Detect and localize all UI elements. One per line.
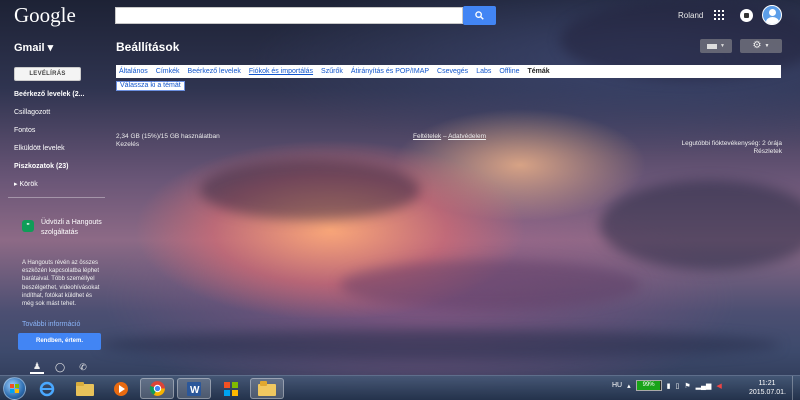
cloud-decoration bbox=[340, 260, 640, 310]
last-activity-text: Legutóbbi fióktevékenység: 2 órája bbox=[681, 140, 782, 147]
hangouts-icon: " bbox=[22, 220, 34, 232]
terms-link[interactable]: Feltételek bbox=[413, 133, 441, 140]
folder-icon[interactable] bbox=[250, 378, 284, 399]
word-icon[interactable]: W bbox=[177, 378, 211, 399]
battery-icon[interactable]: ▮ bbox=[667, 382, 671, 390]
choose-theme-link[interactable]: Válassza ki a témát bbox=[116, 81, 185, 91]
chrome-icon[interactable] bbox=[140, 378, 174, 399]
system-tray: HU ▴ 99% ▮ ▯ ⚑ ▂▄▆ ◀ bbox=[612, 380, 722, 391]
activity-details-link[interactable]: Részletek bbox=[682, 148, 782, 156]
hangouts-ok-button[interactable]: Rendben, értem. bbox=[18, 333, 101, 350]
windows-taskbar: W HU ▴ 99% ▮ ▯ ⚑ ▂▄▆ ◀ 11:21 2015.07.01. bbox=[0, 375, 800, 400]
network-icon[interactable]: ▂▄▆ bbox=[696, 382, 712, 390]
hangouts-description: A Hangouts révén az összes eszközén kapc… bbox=[22, 260, 100, 308]
page-title: Beállítások bbox=[116, 40, 180, 54]
tab-labels[interactable]: Címkék bbox=[156, 68, 180, 75]
calculator-icon[interactable] bbox=[214, 378, 248, 399]
account-activity: Legutóbbi fióktevékenység: 2 órája Részl… bbox=[682, 140, 782, 155]
tab-labs[interactable]: Labs bbox=[476, 68, 491, 75]
chevron-down-icon: ▼ bbox=[764, 43, 770, 49]
chevron-down-icon: ▼ bbox=[720, 43, 725, 49]
tab-inbox[interactable]: Beérkező levelek bbox=[188, 68, 241, 75]
apps-grid-icon[interactable] bbox=[714, 10, 724, 20]
hangouts-learn-more-link[interactable]: További információ bbox=[22, 321, 80, 328]
gmail-menu[interactable]: Gmail ▾ bbox=[14, 41, 53, 54]
search-button[interactable] bbox=[463, 6, 496, 25]
phone-icon[interactable]: ✆ bbox=[76, 360, 90, 374]
manage-storage-link[interactable]: Kezelés bbox=[116, 141, 139, 148]
start-button[interactable] bbox=[3, 377, 26, 400]
sidebar-divider bbox=[8, 197, 105, 198]
gear-icon: ⚙ bbox=[752, 40, 762, 51]
user-name[interactable]: Roland bbox=[678, 11, 703, 20]
settings-button[interactable]: ⚙ ▼ bbox=[740, 39, 782, 53]
clipboard-icon[interactable]: ▯ bbox=[676, 382, 680, 390]
clock-time: 11:21 bbox=[758, 380, 776, 387]
privacy-link[interactable]: Adatvédelem bbox=[448, 133, 486, 140]
cloud-decoration bbox=[200, 160, 420, 220]
sidebar-item-sent[interactable]: Elküldött levelek bbox=[14, 143, 106, 161]
media-player-icon[interactable] bbox=[104, 378, 138, 399]
hangouts-title: Üdvözli a Hangouts szolgáltatás bbox=[41, 219, 102, 236]
input-tools-button[interactable]: ▼ bbox=[700, 39, 732, 53]
search-input[interactable] bbox=[115, 7, 463, 24]
sidebar-item-important[interactable]: Fontos bbox=[14, 125, 106, 143]
tab-offline[interactable]: Offline bbox=[499, 68, 519, 75]
language-indicator[interactable]: HU bbox=[612, 382, 622, 389]
notifications-icon[interactable] bbox=[740, 9, 753, 22]
storage-usage: 2,34 GB (15%)/15 GB használatban bbox=[116, 133, 220, 140]
clock-date: 2015.07.01. bbox=[749, 389, 786, 396]
file-explorer-icon[interactable] bbox=[68, 378, 102, 399]
flag-icon[interactable]: ⚑ bbox=[684, 382, 690, 390]
cloud-decoration bbox=[600, 180, 800, 270]
hangouts-chat-icon[interactable]: ◯ bbox=[53, 360, 67, 374]
tab-general[interactable]: Általános bbox=[119, 68, 148, 75]
cloud-decoration bbox=[100, 330, 780, 360]
sidebar-item-circles[interactable]: ▸ Körök bbox=[14, 179, 106, 197]
compose-button[interactable]: LEVÉLÍRÁS bbox=[14, 67, 81, 81]
sidebar-item-starred[interactable]: Csillagozott bbox=[14, 107, 106, 125]
show-desktop-button[interactable] bbox=[792, 376, 800, 400]
sidebar-bottom-tabs: ♟ ◯ ✆ bbox=[30, 360, 90, 374]
taskbar-clock[interactable]: 11:21 2015.07.01. bbox=[749, 379, 786, 397]
tab-accounts[interactable]: Fiókok és importálás bbox=[249, 68, 313, 75]
battery-indicator[interactable]: 99% bbox=[635, 380, 662, 391]
google-logo[interactable]: Google bbox=[14, 3, 76, 28]
tab-themes[interactable]: Témák bbox=[527, 68, 549, 75]
tab-filters[interactable]: Szűrők bbox=[321, 68, 343, 75]
avatar[interactable] bbox=[762, 5, 782, 25]
chevron-up-icon[interactable]: ▴ bbox=[627, 382, 631, 390]
sidebar-nav: Beérkező levelek (2... Csillagozott Font… bbox=[14, 89, 106, 197]
tab-forwarding[interactable]: Átirányítás és POP/IMAP bbox=[351, 68, 429, 75]
internet-explorer-icon[interactable] bbox=[30, 378, 64, 399]
volume-icon[interactable]: ◀ bbox=[716, 382, 721, 390]
keyboard-icon bbox=[707, 43, 718, 49]
policy-links: Feltételek – Adatvédelem bbox=[413, 133, 486, 140]
sidebar-item-drafts[interactable]: Piszkozatok (23) bbox=[14, 161, 106, 179]
search-icon bbox=[475, 11, 484, 20]
settings-tabs: Általános Címkék Beérkező levelek Fiókok… bbox=[116, 65, 781, 78]
svg-text:W: W bbox=[190, 385, 200, 396]
tab-chat[interactable]: Csevegés bbox=[437, 68, 468, 75]
battery-label: 99% bbox=[642, 382, 655, 388]
contacts-icon[interactable]: ♟ bbox=[30, 360, 44, 374]
sidebar-item-inbox[interactable]: Beérkező levelek (2... bbox=[14, 89, 106, 107]
